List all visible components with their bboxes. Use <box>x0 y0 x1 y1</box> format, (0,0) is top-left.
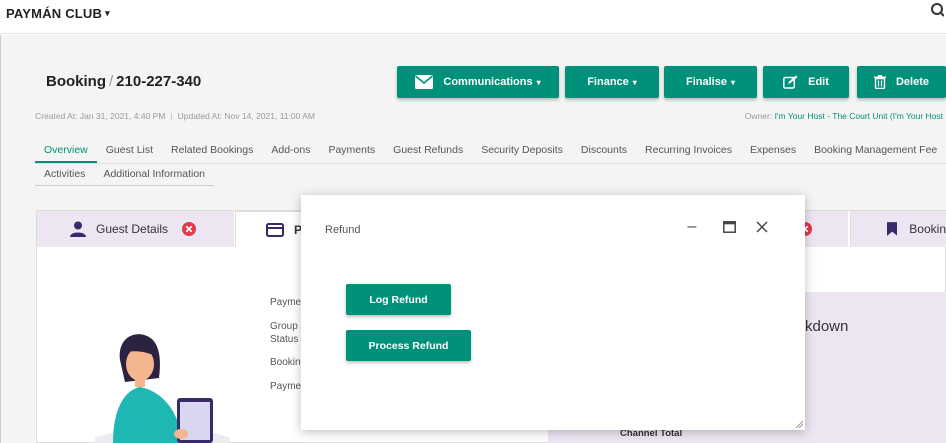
envelope-icon <box>415 75 434 89</box>
delete-label: Delete <box>895 76 930 88</box>
frame-border <box>0 35 1 443</box>
tab-expenses[interactable]: Expenses <box>741 141 805 163</box>
brand-name: PAYMÁN CLUB <box>6 6 103 21</box>
finance-label: Finance <box>587 76 629 88</box>
maximize-icon[interactable] <box>719 217 739 237</box>
chevron-down-icon: ▾ <box>632 77 637 87</box>
chevron-down-icon: ▾ <box>536 77 541 87</box>
card-tab-guest-details[interactable]: Guest Details <box>37 211 234 247</box>
payment-field-label: Payme <box>270 297 302 308</box>
booking-tabs: Overview Guest List Related Bookings Add… <box>35 141 946 163</box>
title-separator: / <box>109 73 114 90</box>
booking-tabs-row2: Activities Additional Information <box>35 166 214 186</box>
tab-recurring-invoices[interactable]: Recurring Invoices <box>636 141 741 163</box>
tab-overview[interactable]: Overview <box>35 141 97 163</box>
org-switcher[interactable]: PAYMÁN CLUB ▾ <box>6 6 110 21</box>
created-at: Created At: Jan 31, 2021, 4:40 PM <box>35 111 166 121</box>
edit-button[interactable]: Edit <box>763 66 849 98</box>
tab-guest-refunds[interactable]: Guest Refunds <box>384 141 472 163</box>
updated-at: Updated At: Nov 14, 2021, 11:00 AM <box>177 111 315 121</box>
tab-discounts[interactable]: Discounts <box>572 141 636 163</box>
minimize-icon[interactable]: – <box>682 217 702 237</box>
tab-guest-list[interactable]: Guest List <box>97 141 162 163</box>
card-tab-payments[interactable]: P <box>235 211 305 247</box>
dialog-title: Refund <box>325 224 361 236</box>
tab-additional-information[interactable]: Additional Information <box>94 166 214 185</box>
payment-field-label: Payme <box>270 381 302 392</box>
payment-field-label: Bookin <box>270 357 301 368</box>
tabs-divider <box>35 163 946 164</box>
chevron-down-icon: ▾ <box>105 8 110 18</box>
user-icon <box>70 221 86 237</box>
close-icon[interactable] <box>752 217 772 237</box>
booking-number: 210-227-340 <box>116 73 202 90</box>
payment-field-labels: Payme Group Status Bookin Payme <box>270 296 301 393</box>
trash-icon <box>873 75 886 89</box>
tab-activities[interactable]: Activities <box>35 166 94 185</box>
edit-icon <box>783 75 798 89</box>
process-refund-button[interactable]: Process Refund <box>346 330 471 361</box>
chevron-down-icon: ▾ <box>730 77 735 87</box>
bookings-tab-label: Bookin <box>909 222 946 236</box>
finalise-label: Finalise <box>686 76 727 88</box>
meta-divider: | <box>170 111 173 121</box>
log-refund-button[interactable]: Log Refund <box>346 284 451 315</box>
person-tablet-illustration <box>95 334 230 443</box>
edit-label: Edit <box>808 76 829 88</box>
tab-related-bookings[interactable]: Related Bookings <box>162 141 262 163</box>
search-icon[interactable] <box>928 2 944 18</box>
breakdown-title: kdown <box>805 318 849 335</box>
delete-button[interactable]: Delete <box>857 66 946 98</box>
booking-meta: Created At: Jan 31, 2021, 4:40 PM | Update… <box>35 111 315 121</box>
page-title: Booking/210-227-340 <box>46 73 201 90</box>
owner-link[interactable]: I'm Your Host - The Court Unit (I'm Your… <box>775 111 943 121</box>
guest-details-label: Guest Details <box>96 222 169 236</box>
tab-add-ons[interactable]: Add-ons <box>262 141 319 163</box>
credit-card-icon <box>266 222 284 237</box>
payment-field-label: Group <box>270 321 298 332</box>
bookmark-icon <box>887 222 898 236</box>
communications-label: Communications <box>443 76 533 88</box>
owner-label: Owner: <box>744 111 773 121</box>
owner-info: Owner: I'm Your Host - The Court Unit (I… <box>745 111 943 121</box>
error-icon <box>182 222 197 236</box>
finance-button[interactable]: Finance ▾ <box>565 66 659 98</box>
payment-field-label: Status <box>270 334 299 345</box>
card-tab-bookings[interactable]: Bookin <box>850 211 946 247</box>
communications-button[interactable]: Communications ▾ <box>397 66 559 98</box>
tab-payments[interactable]: Payments <box>319 141 384 163</box>
tab-booking-management-fee[interactable]: Booking Management Fee <box>805 141 946 163</box>
tab-security-deposits[interactable]: Security Deposits <box>472 141 572 163</box>
resize-handle-icon[interactable] <box>795 420 803 428</box>
top-bar: PAYMÁN CLUB ▾ <box>0 0 946 34</box>
booking-label: Booking <box>46 73 106 90</box>
refund-dialog: Refund – Log Refund Process Refund <box>301 195 805 430</box>
finalise-button[interactable]: Finalise ▾ <box>664 66 757 98</box>
